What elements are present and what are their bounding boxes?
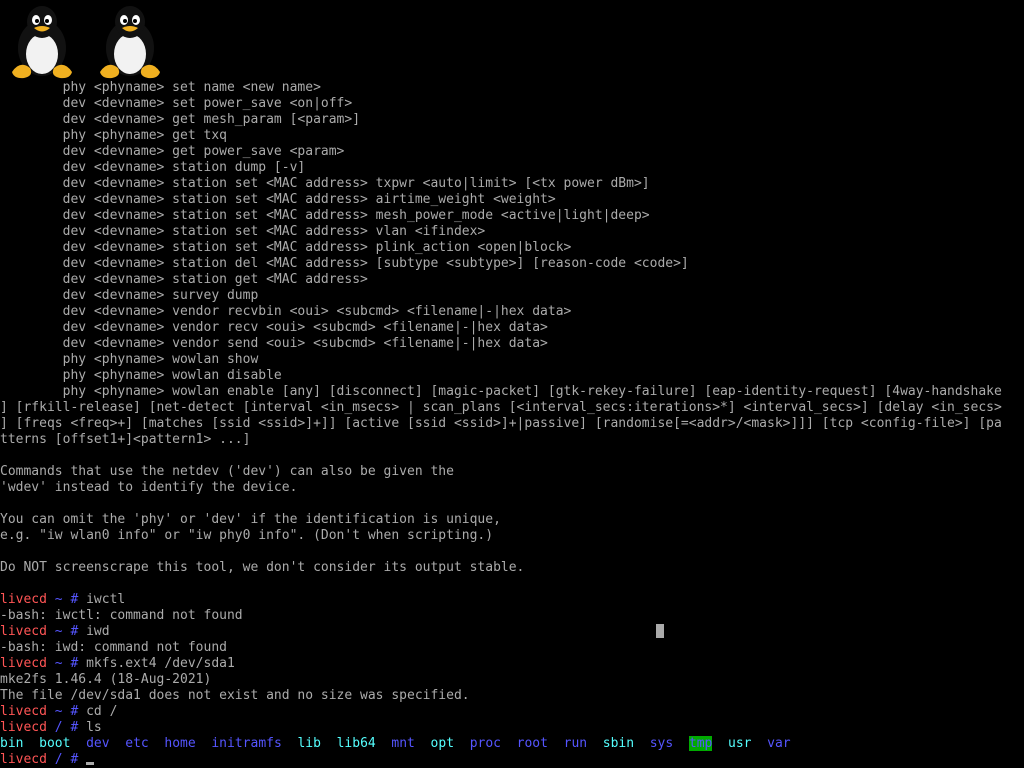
ls-entry: root (516, 736, 548, 751)
help-line: dev <devname> station set <MAC address> … (0, 240, 572, 255)
output-line: The file /dev/sda1 does not exist and no… (0, 688, 470, 703)
help-line: 'wdev' instead to identify the device. (0, 480, 298, 495)
command-text: iwd (86, 624, 110, 639)
prompt-line: livecd ~ # iwctl (0, 592, 1024, 608)
help-line: phy <phyname> get txq (0, 128, 227, 143)
ls-output: bin boot dev etc home initramfs lib lib6… (0, 736, 1024, 752)
ls-entry: etc (125, 736, 149, 751)
help-line: dev <devname> set power_save <on|off> (0, 96, 353, 111)
ls-entry: home (164, 736, 196, 751)
prompt-hostname: livecd (0, 592, 47, 607)
command-text: iwctl (86, 592, 126, 607)
prompt-path: ~ # (46, 704, 87, 719)
ls-entry: opt (430, 736, 455, 751)
terminal-output: phy <phyname> set name <new name> dev <d… (0, 80, 1024, 768)
ls-entry: initramfs (211, 736, 282, 751)
framebuffer-console[interactable]: phy <phyname> set name <new name> dev <d… (0, 0, 1024, 768)
output-line: -bash: iwd: command not found (0, 640, 227, 655)
ls-entry: lib (297, 736, 321, 751)
ls-entry: run (563, 736, 588, 751)
help-line: phy <phyname> wowlan show (0, 352, 259, 367)
prompt-line: livecd ~ # cd / (0, 704, 1024, 720)
prompt-path: / # (46, 720, 87, 735)
command-text: ls (86, 720, 102, 735)
prompt-line: livecd ~ # mkfs.ext4 /dev/sda1 (0, 656, 1024, 672)
help-line: phy <phyname> set name <new name> (0, 80, 321, 95)
help-line: dev <devname> get power_save <param> (0, 144, 345, 159)
ls-entry: boot (39, 736, 71, 751)
help-line: dev <devname> vendor recv <oui> <subcmd>… (0, 320, 548, 335)
prompt-hostname: livecd (0, 704, 47, 719)
help-line: dev <devname> station del <MAC address> … (0, 256, 689, 271)
help-line: dev <devname> station get <MAC address> (0, 272, 368, 287)
boot-logos (6, 2, 166, 80)
help-line: phy <phyname> wowlan enable [any] [disco… (0, 384, 1002, 399)
help-line: dev <devname> station set <MAC address> … (0, 192, 556, 207)
help-line: dev <devname> vendor send <oui> <subcmd>… (0, 336, 548, 351)
prompt-path: ~ # (46, 592, 87, 607)
help-line (0, 448, 1024, 464)
help-line: phy <phyname> wowlan disable (0, 368, 282, 383)
prompt-hostname: livecd (0, 752, 47, 767)
help-line (0, 496, 1024, 512)
help-line: dev <devname> vendor recvbin <oui> <subc… (0, 304, 572, 319)
help-line: ] [freqs <freq>+] [matches [ssid <ssid>]… (0, 416, 1002, 431)
help-line: ] [rfkill-release] [net-detect [interval… (0, 400, 1002, 415)
active-prompt-line[interactable]: livecd / # (0, 752, 1024, 768)
help-line: dev <devname> station set <MAC address> … (0, 176, 650, 191)
text-cursor[interactable] (86, 762, 95, 765)
help-line: dev <devname> station dump [-v] (0, 160, 306, 175)
ls-entry: tmp (688, 736, 713, 751)
ls-entry: lib64 (336, 736, 376, 751)
help-line: dev <devname> get mesh_param [<param>] (0, 112, 361, 127)
prompt-path: ~ # (46, 656, 87, 671)
help-line: Commands that use the netdev ('dev') can… (0, 464, 454, 479)
ls-entry: var (767, 736, 791, 751)
help-line: Do NOT screenscrape this tool, we don't … (0, 560, 525, 575)
prompt-path: ~ # (46, 624, 87, 639)
help-line: dev <devname> station set <MAC address> … (0, 224, 486, 239)
help-line (0, 544, 1024, 560)
ls-entry: sys (649, 736, 674, 751)
help-line (0, 576, 1024, 592)
tux-penguin-icon (100, 6, 160, 79)
output-line: -bash: iwctl: command not found (0, 608, 243, 623)
command-text: mkfs.ext4 /dev/sda1 (86, 656, 235, 671)
prompt-hostname: livecd (0, 720, 47, 735)
prompt-line: livecd ~ # iwd (0, 624, 1024, 640)
ls-entry: proc (469, 736, 501, 751)
ls-entry: sbin (602, 736, 635, 751)
help-line: dev <devname> station set <MAC address> … (0, 208, 650, 223)
prompt-path: / # (46, 752, 87, 767)
mouse-pointer-block (656, 624, 664, 638)
tux-penguin-icon (12, 6, 72, 79)
help-line: e.g. "iw wlan0 info" or "iw phy0 info". … (0, 528, 494, 543)
prompt-line: livecd / # ls (0, 720, 1024, 736)
ls-entry: usr (728, 736, 752, 751)
prompt-hostname: livecd (0, 656, 47, 671)
ls-entry: bin (0, 736, 24, 751)
help-line: tterns [offset1+]<pattern1> ...] (0, 432, 251, 447)
help-line: dev <devname> survey dump (0, 288, 259, 303)
ls-entry: mnt (391, 736, 415, 751)
help-line: You can omit the 'phy' or 'dev' if the i… (0, 512, 501, 527)
output-line: mke2fs 1.46.4 (18-Aug-2021) (0, 672, 212, 687)
prompt-hostname: livecd (0, 624, 47, 639)
command-text: cd / (86, 704, 118, 719)
ls-entry: dev (86, 736, 110, 751)
